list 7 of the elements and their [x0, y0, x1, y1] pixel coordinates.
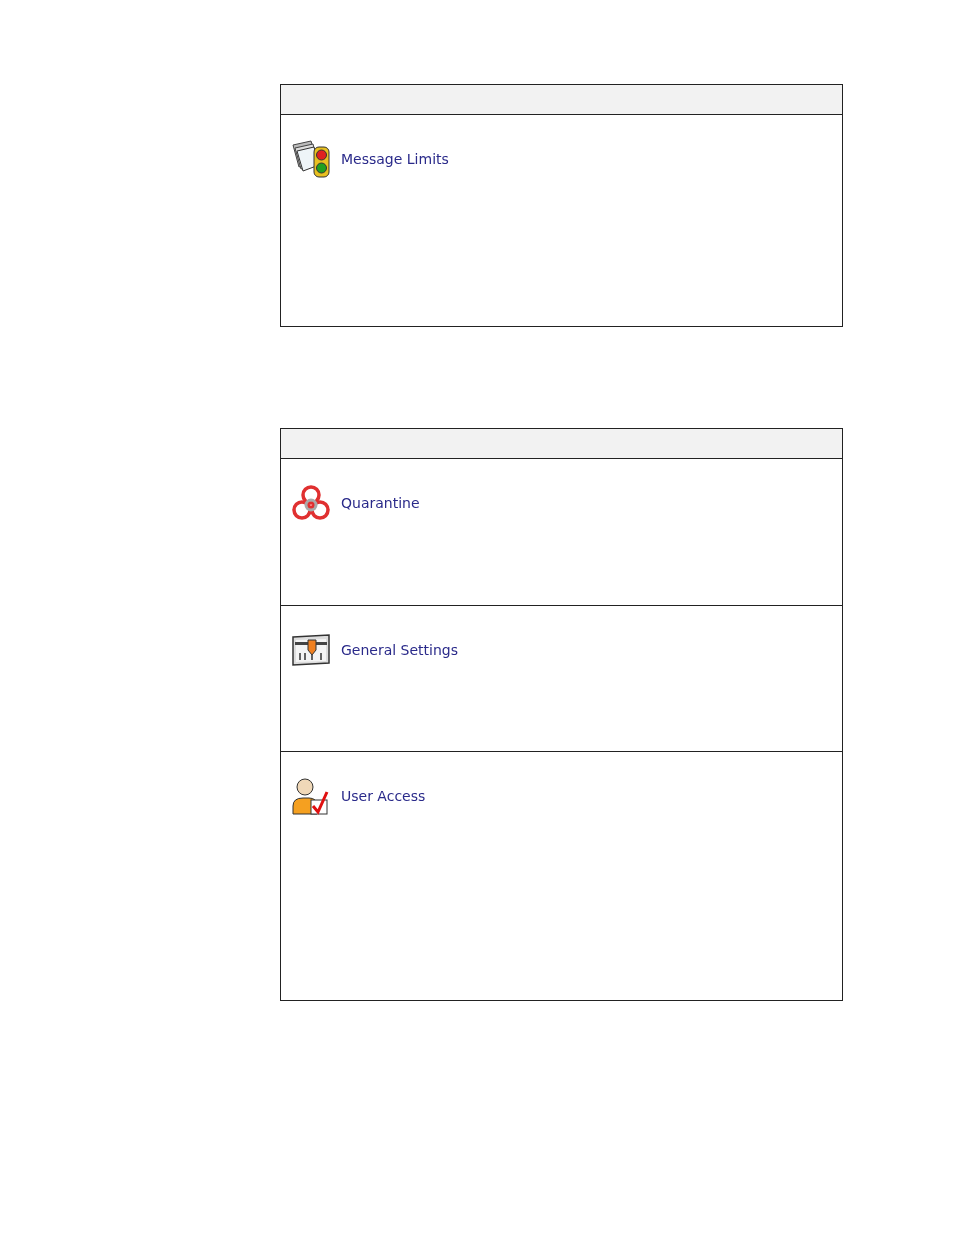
traffic-light-icon [291, 139, 331, 179]
setting-link[interactable]: User Access [341, 788, 426, 804]
setting-link[interactable]: Message Limits [341, 151, 449, 167]
setting-link[interactable]: General Settings [341, 642, 459, 658]
user-check-icon [291, 776, 331, 816]
setting-link[interactable]: Quarantine [341, 495, 420, 511]
biohazard-icon [291, 483, 331, 523]
